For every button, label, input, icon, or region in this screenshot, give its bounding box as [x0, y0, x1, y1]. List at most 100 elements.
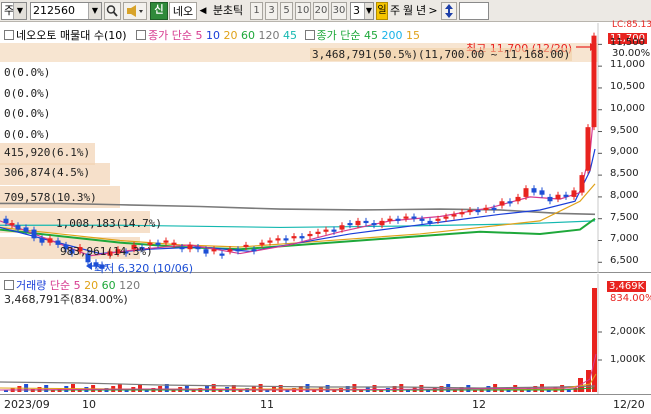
- candle-body: [355, 220, 361, 226]
- candle-body: [491, 207, 497, 210]
- candle-body: [235, 249, 241, 252]
- interval-select[interactable]: 3 ▼: [350, 2, 374, 20]
- extra-input[interactable]: [459, 2, 489, 20]
- profile-row-text: 0(0.0%): [4, 66, 51, 79]
- candle-body: [371, 223, 377, 226]
- price-tick: 10,500: [610, 80, 645, 92]
- price-tick: 11,000: [610, 59, 645, 71]
- upper-limit-text: 30.00%: [612, 48, 651, 59]
- tab-week[interactable]: 주: [389, 2, 401, 20]
- date-label: 12: [472, 398, 486, 411]
- candle-body: [259, 242, 265, 245]
- candle-body: [243, 244, 249, 248]
- price-tick: 6,500: [610, 255, 639, 267]
- tab-label: 일: [377, 5, 387, 16]
- minute-30-button[interactable]: 30: [331, 2, 347, 20]
- candle-body: [171, 242, 177, 245]
- market-select[interactable]: 주 ▼: [1, 2, 27, 20]
- volume-upper-text: 834.00%: [610, 293, 651, 304]
- profile-row-text: 0(0.0%): [4, 107, 51, 120]
- volume-panel[interactable]: 거래량 단순 5 20 60 120 3,468,791주(834.00%) 3…: [0, 274, 651, 394]
- updown-button[interactable]: [441, 2, 457, 20]
- ma2-15-label: 15: [406, 29, 421, 42]
- tab-year[interactable]: 년: [415, 2, 427, 20]
- stock-name-value: 네오: [172, 5, 194, 18]
- price-panel[interactable]: 네오오토 매물대 수(10) 종가 단순 5 10 20 60 120 45 종…: [0, 20, 651, 275]
- candle-body: [227, 249, 233, 252]
- volume-ma5-line: [0, 353, 597, 391]
- ma-label: 종가 단순: [148, 29, 193, 42]
- period-type-text: 분초틱: [212, 4, 244, 17]
- candle-body: [307, 233, 313, 237]
- price-tick: 7,000: [610, 233, 639, 245]
- profile-row: 983,961(14.3%): [60, 245, 153, 258]
- minute-3-button[interactable]: 3: [265, 2, 278, 20]
- minute-1-button[interactable]: 1: [250, 2, 263, 20]
- lc-label-text: LC:85.13: [612, 20, 651, 30]
- candle-body: [275, 238, 281, 241]
- stock-name-field[interactable]: 네오: [169, 2, 197, 20]
- minute-label: 1: [253, 5, 260, 16]
- candle-body: [323, 229, 329, 232]
- volume-bar: [117, 384, 122, 392]
- candle-body: [555, 194, 561, 200]
- candle-body: [211, 249, 217, 252]
- period-type-label[interactable]: 분초틱: [208, 2, 248, 20]
- date-label-text: 12/20: [613, 398, 645, 411]
- date-label: 2023/09: [4, 398, 50, 411]
- minute-20-button[interactable]: 20: [313, 2, 329, 20]
- volume-bar: [258, 384, 263, 392]
- chart-toolbar: 주 ▼ 212560 ▼ 신 네오 ◀ 분초틱 1 3 5 10 20 30 3…: [0, 0, 651, 22]
- candle-body: [179, 247, 185, 250]
- volume-tick: 2,000K: [610, 326, 645, 337]
- minute-5-button[interactable]: 5: [280, 2, 293, 20]
- candle-body: [283, 238, 289, 241]
- volume-bar: [419, 385, 424, 392]
- chevron-left-icon: ◀: [199, 6, 207, 16]
- price-tick: 10,000: [610, 102, 645, 114]
- lc-label: LC:85.13: [612, 20, 651, 30]
- legend-checkbox[interactable]: [304, 30, 315, 40]
- legend-checkbox[interactable]: [4, 30, 14, 40]
- candle-body: [531, 188, 537, 193]
- prev-arrow-button[interactable]: ◀: [198, 2, 208, 20]
- candle-body: [9, 223, 15, 226]
- sound-button[interactable]: [123, 2, 147, 20]
- search-button[interactable]: [104, 2, 121, 20]
- ma10-label: 10: [206, 29, 221, 42]
- candle-body: [435, 218, 441, 221]
- profile-row-text: 983,961(14.3%): [60, 245, 153, 258]
- date-label-text: 10: [82, 398, 96, 411]
- volume-summary-text: 3,468,791주(834.00%): [4, 293, 128, 306]
- candle-body: [475, 209, 481, 213]
- volume-bar: [71, 384, 75, 392]
- new-button[interactable]: 신: [150, 2, 168, 20]
- candle-body: [291, 236, 297, 239]
- volume-summary: 3,468,791주(834.00%): [4, 291, 128, 307]
- candle-body: [515, 196, 521, 202]
- candle-body: [585, 127, 591, 171]
- candle-body: [339, 225, 345, 230]
- profile-row: 415,920(6.1%): [4, 146, 90, 159]
- volume-bar: [17, 386, 22, 392]
- legend-checkbox[interactable]: [4, 280, 14, 290]
- profile-row: 1,008,183(14.7%): [56, 217, 162, 230]
- next-arrow-button[interactable]: >: [428, 2, 438, 20]
- candle-body: [299, 236, 305, 239]
- profile-row-text: 1,008,183(14.7%): [56, 217, 162, 230]
- minute-10-button[interactable]: 10: [295, 2, 311, 20]
- candle-body: [15, 225, 21, 230]
- min-arrow-head: [86, 262, 92, 270]
- ma2-200-label: 200: [381, 29, 403, 42]
- tab-month[interactable]: 월: [402, 2, 414, 20]
- volume-bar: [566, 390, 571, 392]
- minute-label: 10: [296, 5, 310, 16]
- ma2-label: 종가 단순: [316, 29, 361, 42]
- candle-body: [267, 240, 273, 243]
- legend-checkbox[interactable]: [136, 30, 147, 40]
- volume-ma120-line: [0, 381, 596, 389]
- candle-body: [523, 188, 529, 197]
- stock-code-input[interactable]: 212560 ▼: [30, 2, 102, 20]
- date-label-text: 12: [472, 398, 486, 411]
- tab-day[interactable]: 일: [376, 2, 388, 20]
